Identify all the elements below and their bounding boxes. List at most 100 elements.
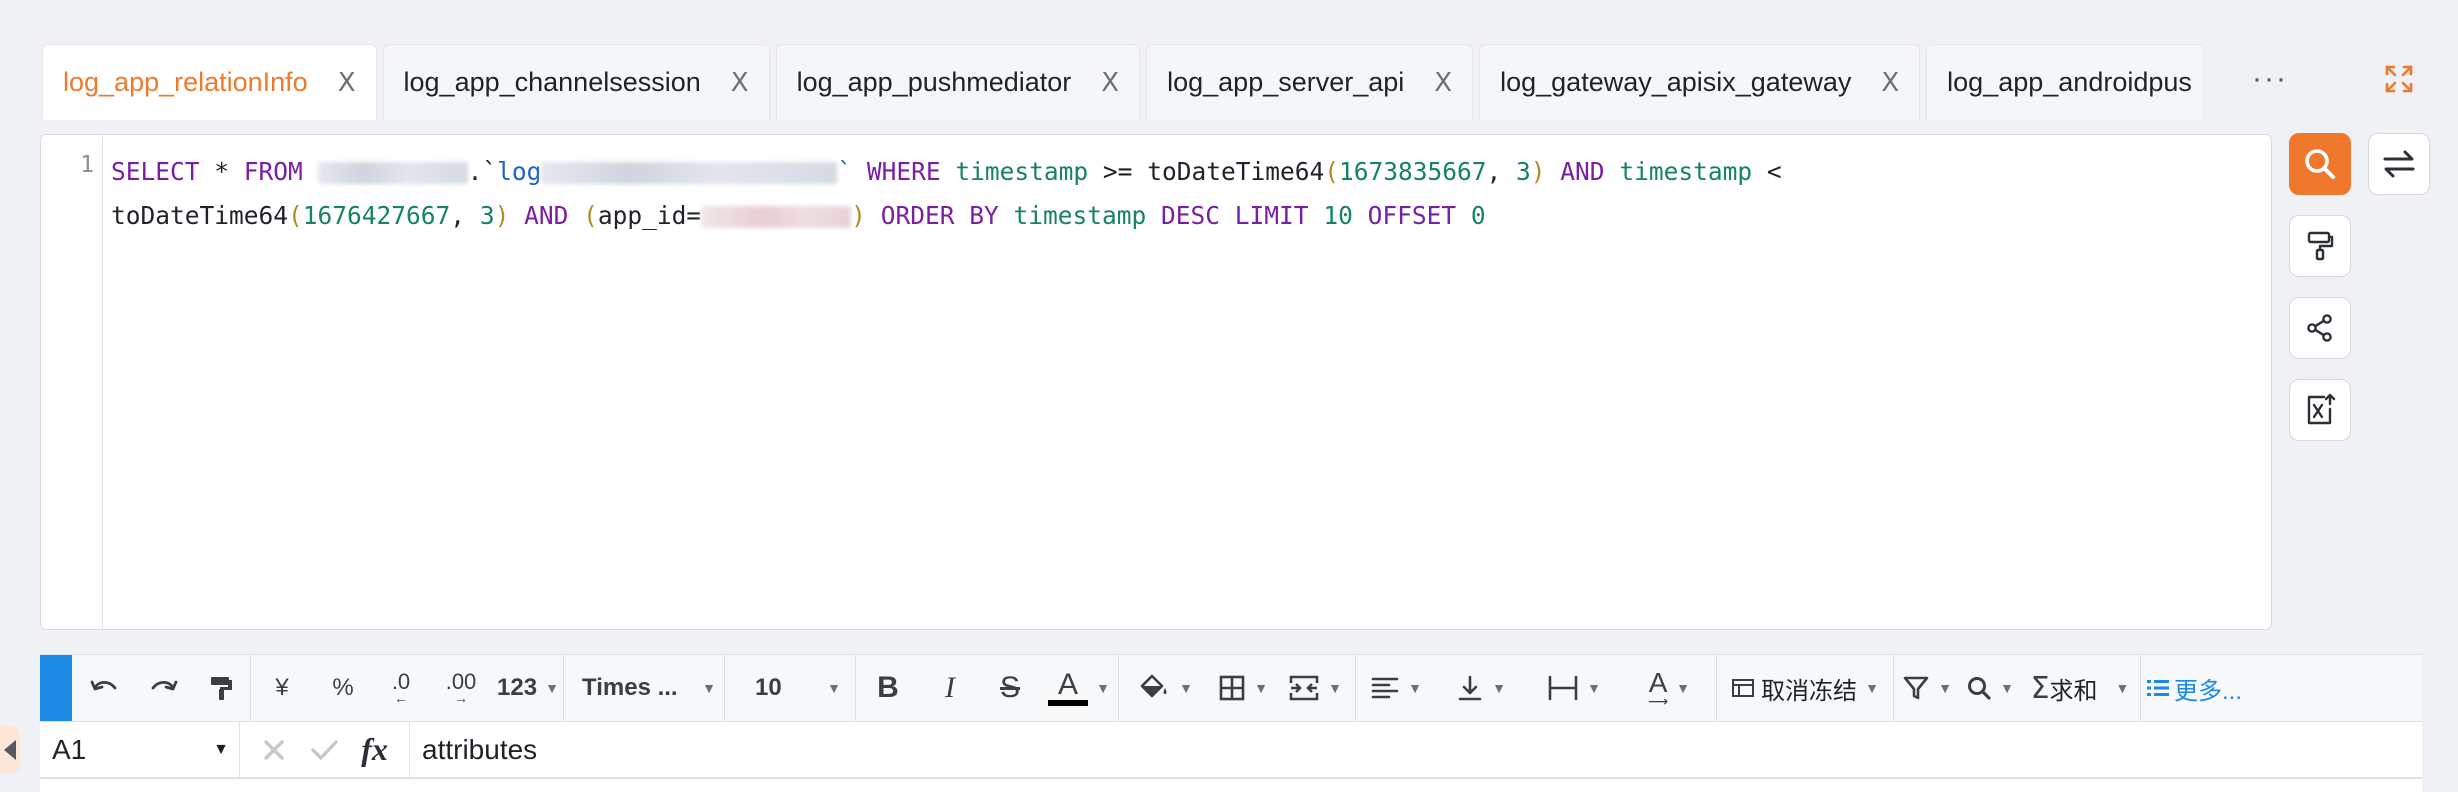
format-sql-button[interactable] bbox=[2289, 215, 2351, 277]
filter-button[interactable]: ▼ bbox=[1894, 655, 1960, 721]
decrease-decimal-label: .0 bbox=[391, 669, 411, 694]
redo-button[interactable] bbox=[134, 655, 194, 721]
kw-order-by: ORDER BY bbox=[880, 201, 999, 230]
chevron-down-icon: ▼ bbox=[1938, 680, 1952, 696]
arrow-right-icon: → bbox=[454, 690, 468, 706]
function-icon[interactable]: fx bbox=[361, 731, 388, 768]
more-tabs-icon[interactable]: ··· bbox=[2252, 62, 2288, 96]
col-timestamp: timestamp bbox=[1013, 201, 1147, 230]
number-format-dropdown[interactable]: 123 ▼ bbox=[493, 655, 563, 721]
italic-button[interactable]: I bbox=[920, 655, 980, 721]
text-rotation-button[interactable]: A ⟶ ▼ bbox=[1622, 655, 1716, 721]
sql-code[interactable]: SELECT * FROM .`log ` WHERE timestamp >= … bbox=[111, 150, 2261, 238]
increase-decimal-label: .00 bbox=[445, 669, 477, 694]
horizontal-align-button[interactable]: ▼ bbox=[1356, 655, 1436, 721]
decrease-decimal-button[interactable]: .0 ← bbox=[373, 655, 429, 721]
paren-open: ( bbox=[1324, 157, 1339, 186]
cancel-icon[interactable] bbox=[261, 737, 287, 763]
paren-open: ( bbox=[288, 201, 303, 230]
unfreeze-label: 取消冻结 bbox=[1761, 677, 1858, 705]
format-painter-button[interactable] bbox=[194, 655, 250, 721]
border-icon bbox=[1219, 675, 1245, 701]
paren-close: ) bbox=[494, 201, 510, 230]
close-icon[interactable]: X bbox=[338, 68, 356, 98]
toolbar-accent-bar bbox=[40, 655, 72, 721]
spreadsheet-toolbar: ¥ % .0 ← .00 → 123 ▼ Times ... ▼ 10 ▼ B I S A… bbox=[40, 654, 2422, 722]
font-size-select[interactable]: 10 ▼ bbox=[725, 655, 855, 721]
font-family-select[interactable]: Times ... ▼ bbox=[564, 655, 724, 721]
font-size-value: 10 bbox=[755, 674, 782, 701]
redacted-database bbox=[317, 162, 468, 184]
merge-cells-button[interactable]: ▼ bbox=[1275, 655, 1355, 721]
close-icon[interactable]: X bbox=[1881, 68, 1899, 98]
more-tools-button[interactable]: 更多... bbox=[2141, 655, 2247, 721]
tab-log-app-relationinfo[interactable]: log_app_relationInfo X bbox=[42, 44, 377, 120]
num-3: 3 bbox=[479, 201, 495, 230]
kw-and: AND bbox=[524, 201, 569, 230]
percent-format-button[interactable]: % bbox=[313, 655, 373, 721]
sql-query-workspace: log_app_relationInfo X log_app_channelse… bbox=[0, 0, 2458, 792]
swap-button[interactable] bbox=[2368, 133, 2430, 195]
unfreeze-button[interactable]: 取消冻结 ▼ bbox=[1717, 655, 1893, 721]
chevron-down-icon: ▼ bbox=[1492, 680, 1506, 696]
fill-color-button[interactable]: ▼ bbox=[1119, 655, 1211, 721]
text-wrap-button[interactable]: ▼ bbox=[1526, 655, 1622, 721]
line-number-gutter: 1 bbox=[41, 135, 103, 629]
freeze-panes-icon bbox=[1732, 679, 1755, 697]
cell-reference-value: A1 bbox=[52, 733, 87, 765]
bold-button[interactable]: B bbox=[856, 655, 920, 721]
tab-log-app-androidpush[interactable]: log_app_androidpus bbox=[1926, 44, 2203, 120]
vertical-align-button[interactable]: ▼ bbox=[1436, 655, 1526, 721]
comma: , bbox=[450, 201, 480, 230]
chevron-down-icon: ▼ bbox=[1408, 680, 1422, 696]
currency-format-button[interactable]: ¥ bbox=[251, 655, 313, 721]
find-button[interactable]: ▼ bbox=[1960, 655, 2020, 721]
borders-button[interactable]: ▼ bbox=[1211, 655, 1275, 721]
tab-label: log_app_androidpus bbox=[1947, 67, 2192, 97]
font-color-button[interactable]: A ▼ bbox=[1040, 655, 1118, 721]
chevron-down-icon: ▼ bbox=[827, 680, 841, 696]
formula-bar: A1 ▼ fx attributes bbox=[40, 721, 2422, 778]
tick-end: ` bbox=[837, 157, 853, 186]
kw-and: AND bbox=[1560, 157, 1605, 186]
confirm-icon[interactable] bbox=[309, 737, 339, 763]
share-button[interactable] bbox=[2289, 297, 2351, 359]
run-query-button[interactable] bbox=[2289, 133, 2351, 195]
tab-log-app-channelsession[interactable]: log_app_channelsession X bbox=[382, 44, 770, 120]
undo-button[interactable] bbox=[74, 655, 134, 721]
strikethrough-button[interactable]: S bbox=[980, 655, 1040, 721]
increase-decimal-button[interactable]: .00 → bbox=[429, 655, 493, 721]
sum-button[interactable]: Σ 求和 ▼ bbox=[2020, 655, 2140, 721]
paren-open: ( bbox=[583, 201, 598, 230]
close-icon[interactable]: X bbox=[1101, 68, 1119, 98]
undo-icon bbox=[90, 680, 117, 691]
italic-label: I bbox=[945, 671, 955, 704]
sql-editor[interactable]: 1 SELECT * FROM .`log ` WHERE timestamp >… bbox=[40, 134, 2272, 630]
export-excel-button[interactable] bbox=[2289, 379, 2351, 441]
more-tools-label: 更多... bbox=[2173, 677, 2242, 705]
formula-input[interactable]: attributes bbox=[410, 734, 537, 766]
chevron-down-icon: ▼ bbox=[2115, 680, 2130, 696]
fn-todatetime64: toDateTime64 bbox=[111, 201, 289, 230]
search-icon bbox=[2305, 149, 2335, 179]
chevron-down-icon: ▼ bbox=[213, 740, 229, 758]
line-number: 1 bbox=[80, 152, 94, 178]
tab-log-app-pushmediator[interactable]: log_app_pushmediator X bbox=[775, 44, 1141, 120]
tab-label: log_gateway_apisix_gateway bbox=[1500, 67, 1852, 97]
text-wrap-icon bbox=[1548, 675, 1578, 701]
tab-log-gateway-apisix-gateway[interactable]: log_gateway_apisix_gateway X bbox=[1479, 44, 1921, 120]
close-icon[interactable]: X bbox=[1434, 68, 1452, 98]
kw-where: WHERE bbox=[866, 157, 941, 186]
tab-log-app-server-api[interactable]: log_app_server_api X bbox=[1146, 44, 1474, 120]
chevron-down-icon: ▼ bbox=[1096, 680, 1110, 696]
share-icon bbox=[2307, 314, 2332, 342]
font-color-label: A bbox=[1058, 668, 1079, 701]
currency-label: ¥ bbox=[275, 674, 289, 701]
close-icon[interactable]: X bbox=[731, 68, 749, 98]
sum-label: 求和 bbox=[2049, 677, 2098, 705]
fullscreen-icon[interactable] bbox=[2384, 64, 2414, 94]
strikethrough-label: S bbox=[999, 671, 1020, 704]
chevron-down-icon: ▼ bbox=[1179, 680, 1193, 696]
col-timestamp: timestamp bbox=[1619, 157, 1753, 186]
cell-reference-select[interactable]: A1 ▼ bbox=[40, 721, 240, 778]
